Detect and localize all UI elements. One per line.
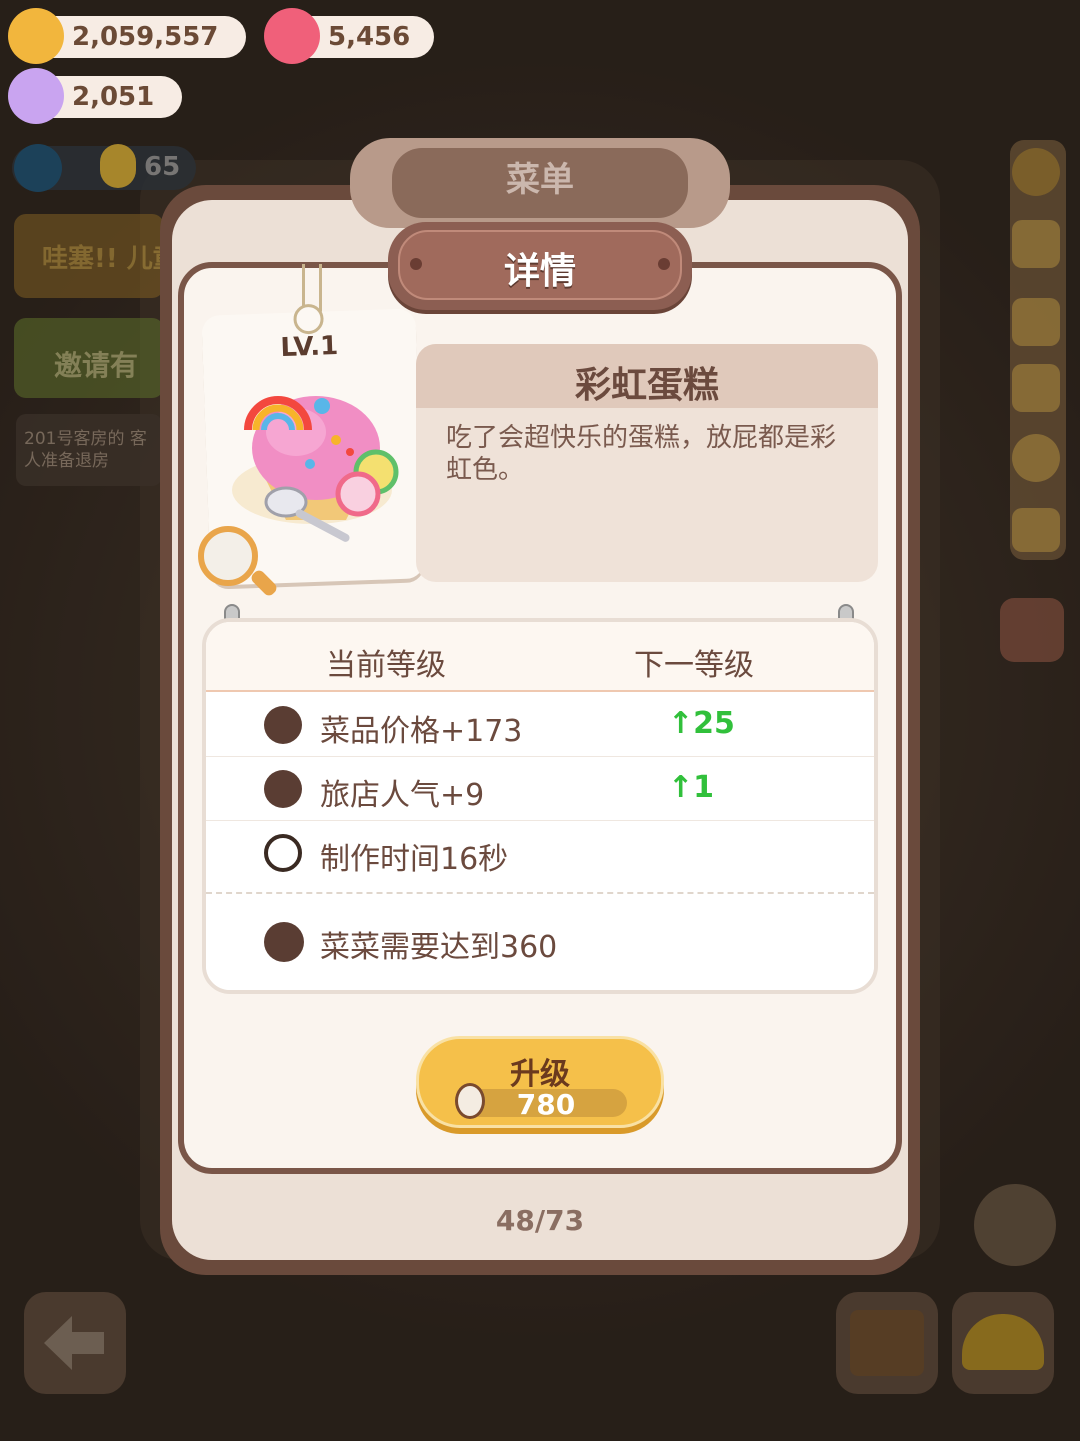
oven-icon	[850, 1310, 924, 1376]
banner-label: 邀请有	[54, 349, 139, 382]
upgrade-label: 升级	[510, 1057, 570, 1092]
camera-icon[interactable]	[1012, 508, 1060, 552]
stat-label: 制作时间16秒	[320, 842, 509, 877]
jelly-icon	[264, 8, 320, 64]
oven-button[interactable]	[836, 1292, 938, 1394]
back-button[interactable]	[24, 1292, 126, 1394]
stat-row-time: 制作时间16秒	[206, 820, 874, 884]
status-counter: 65	[144, 152, 181, 182]
right-toolbar	[1010, 140, 1066, 560]
stat-row-price: 菜品价格+173 ↑25	[206, 692, 874, 757]
upgrade-button[interactable]: 升级 780	[416, 1036, 664, 1128]
item-name: 彩虹蛋糕	[574, 365, 719, 406]
cookie-icon	[264, 706, 302, 744]
jelly-value: 5,456	[328, 22, 411, 52]
tab-menu-label: 菜单	[506, 160, 574, 200]
tab-menu[interactable]: 菜单	[350, 138, 730, 228]
stat-row-popularity: 旅店人气+9 ↑1	[206, 756, 874, 821]
upgrade-cost: 780	[516, 1088, 576, 1121]
item-level: LV.1	[280, 331, 339, 364]
stat-next-value: ↑25	[668, 706, 735, 741]
cookie-coin-icon	[8, 8, 64, 64]
tab-detail[interactable]: 详情	[388, 222, 692, 310]
broccoli-icon	[264, 922, 304, 962]
rainbow-cake-image	[232, 396, 399, 542]
item-description: 吃了会超快乐的蛋糕，放屁都是彩虹色。	[446, 423, 837, 485]
stats-board: 当前等级 下一等级 菜品价格+173 ↑25 旅店人气+9 ↑1 制作时间16秒…	[202, 618, 878, 994]
requirement-section: 菜菜需要达到360	[206, 892, 874, 990]
requirement-text: 菜菜需要达到360	[320, 930, 558, 965]
banner-label: 哇塞!! 儿童节	[42, 244, 164, 274]
children-day-banner[interactable]: 哇塞!! 儿童节	[14, 214, 164, 298]
bag-icon[interactable]	[1012, 364, 1060, 412]
tag-hole	[293, 303, 325, 335]
pagination: 48/73	[495, 1204, 585, 1237]
stat-label: 旅店人气+9	[320, 778, 485, 813]
water-drop-icon	[14, 144, 62, 192]
candy-value: 2,051	[72, 82, 155, 112]
mascot-icon[interactable]	[1012, 434, 1060, 482]
hard-hat-icon	[962, 1314, 1044, 1370]
tab-detail-label: 详情	[503, 251, 576, 292]
key-icon	[455, 1083, 485, 1119]
stat-next-value: ↑1	[668, 770, 715, 805]
status-pill[interactable]: 65	[12, 144, 196, 192]
stat-label: 菜品价格+173	[320, 714, 523, 749]
invite-banner[interactable]: 邀请有	[14, 318, 164, 398]
coin-value: 2,059,557	[72, 22, 219, 52]
shop-icon[interactable]	[1012, 220, 1060, 268]
back-arrow-icon	[44, 1316, 104, 1370]
current-level-header: 当前等级	[326, 648, 446, 683]
notice-card: 201号客房的 客人准备退房	[16, 414, 162, 486]
jelly-counter[interactable]: 5,456	[264, 8, 434, 64]
magnifier-icon[interactable]	[198, 526, 258, 586]
description-box: 彩虹蛋糕 吃了会超快乐的蛋糕，放屁都是彩虹色。	[416, 344, 878, 582]
cupcake-icon	[264, 770, 302, 808]
notice-text: 201号客房的 客人准备退房	[24, 429, 147, 471]
candy-icon	[8, 68, 64, 124]
mascot-icon	[100, 144, 136, 188]
star-icon[interactable]	[1012, 298, 1060, 346]
upgrade-cost-bar: 780	[465, 1088, 627, 1121]
stats-header: 当前等级 下一等级	[206, 622, 874, 692]
alarm-clock-icon	[264, 834, 302, 872]
candy-counter[interactable]: 2,051	[8, 68, 182, 124]
next-level-header: 下一等级	[634, 648, 754, 683]
coin-counter[interactable]: 2,059,557	[8, 8, 246, 64]
build-button[interactable]	[952, 1292, 1054, 1394]
gear-icon[interactable]	[1012, 148, 1060, 196]
scroll-gift-icon[interactable]	[1000, 598, 1064, 662]
